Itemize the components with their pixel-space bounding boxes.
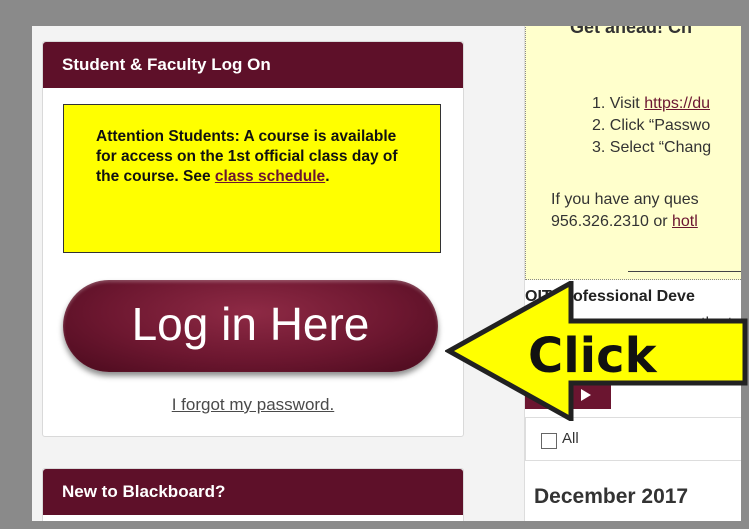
calendar-month: December 2017: [534, 485, 689, 508]
step-3-num: 3.: [592, 139, 606, 156]
divider: [628, 271, 741, 272]
step-2: 2. Click “Passwo: [592, 115, 711, 137]
arrow-callout: Click: [445, 281, 748, 421]
step-1-link[interactable]: https://du: [644, 95, 710, 112]
step-3: 3. Select “Chang: [592, 137, 711, 159]
all-checkbox[interactable]: [541, 433, 557, 449]
class-schedule-link[interactable]: class schedule: [215, 168, 325, 185]
announcement-footer: If you have any ques 956.326.2310 or hot…: [551, 189, 699, 233]
announcement-title: Get ahead! Ch: [570, 26, 693, 37]
step-2-text: Click “Passwo: [609, 117, 711, 134]
announcement-box: Get ahead! Ch 1. Visit https://du 2. Cli…: [525, 26, 741, 280]
forgot-password-link[interactable]: I forgot my password.: [43, 395, 463, 415]
right-column: Get ahead! Ch 1. Visit https://du 2. Cli…: [524, 26, 741, 521]
new-to-blackboard-panel: New to Blackboard?: [42, 468, 464, 521]
attention-notice: Attention Students: A course is availabl…: [63, 104, 441, 253]
click-label: Click: [528, 328, 658, 384]
step-2-num: 2.: [592, 117, 606, 134]
new-panel-header: New to Blackboard?: [43, 469, 463, 515]
footer-line-1: If you have any ques: [551, 191, 699, 208]
step-1-num: 1.: [592, 95, 606, 112]
step-3-text: Select “Chang: [609, 139, 712, 156]
hotline-link[interactable]: hotl: [672, 213, 698, 230]
log-in-here-button[interactable]: Log in Here: [63, 280, 438, 372]
footer-line-2: 956.326.2310 or hotl: [551, 211, 699, 233]
login-panel-header: Student & Faculty Log On: [43, 42, 463, 88]
step-1-text: Visit: [609, 95, 645, 112]
page: Student & Faculty Log On Attention Stude…: [32, 26, 741, 521]
login-panel: Student & Faculty Log On Attention Stude…: [42, 41, 464, 437]
step-1: 1. Visit https://du: [592, 93, 711, 115]
all-label: All: [562, 430, 579, 447]
steps-list: 1. Visit https://du 2. Click “Passwo 3. …: [592, 93, 711, 159]
notice-period: .: [325, 168, 330, 185]
filter-row: All: [525, 417, 741, 461]
phone-text: 956.326.2310 or: [551, 213, 672, 230]
